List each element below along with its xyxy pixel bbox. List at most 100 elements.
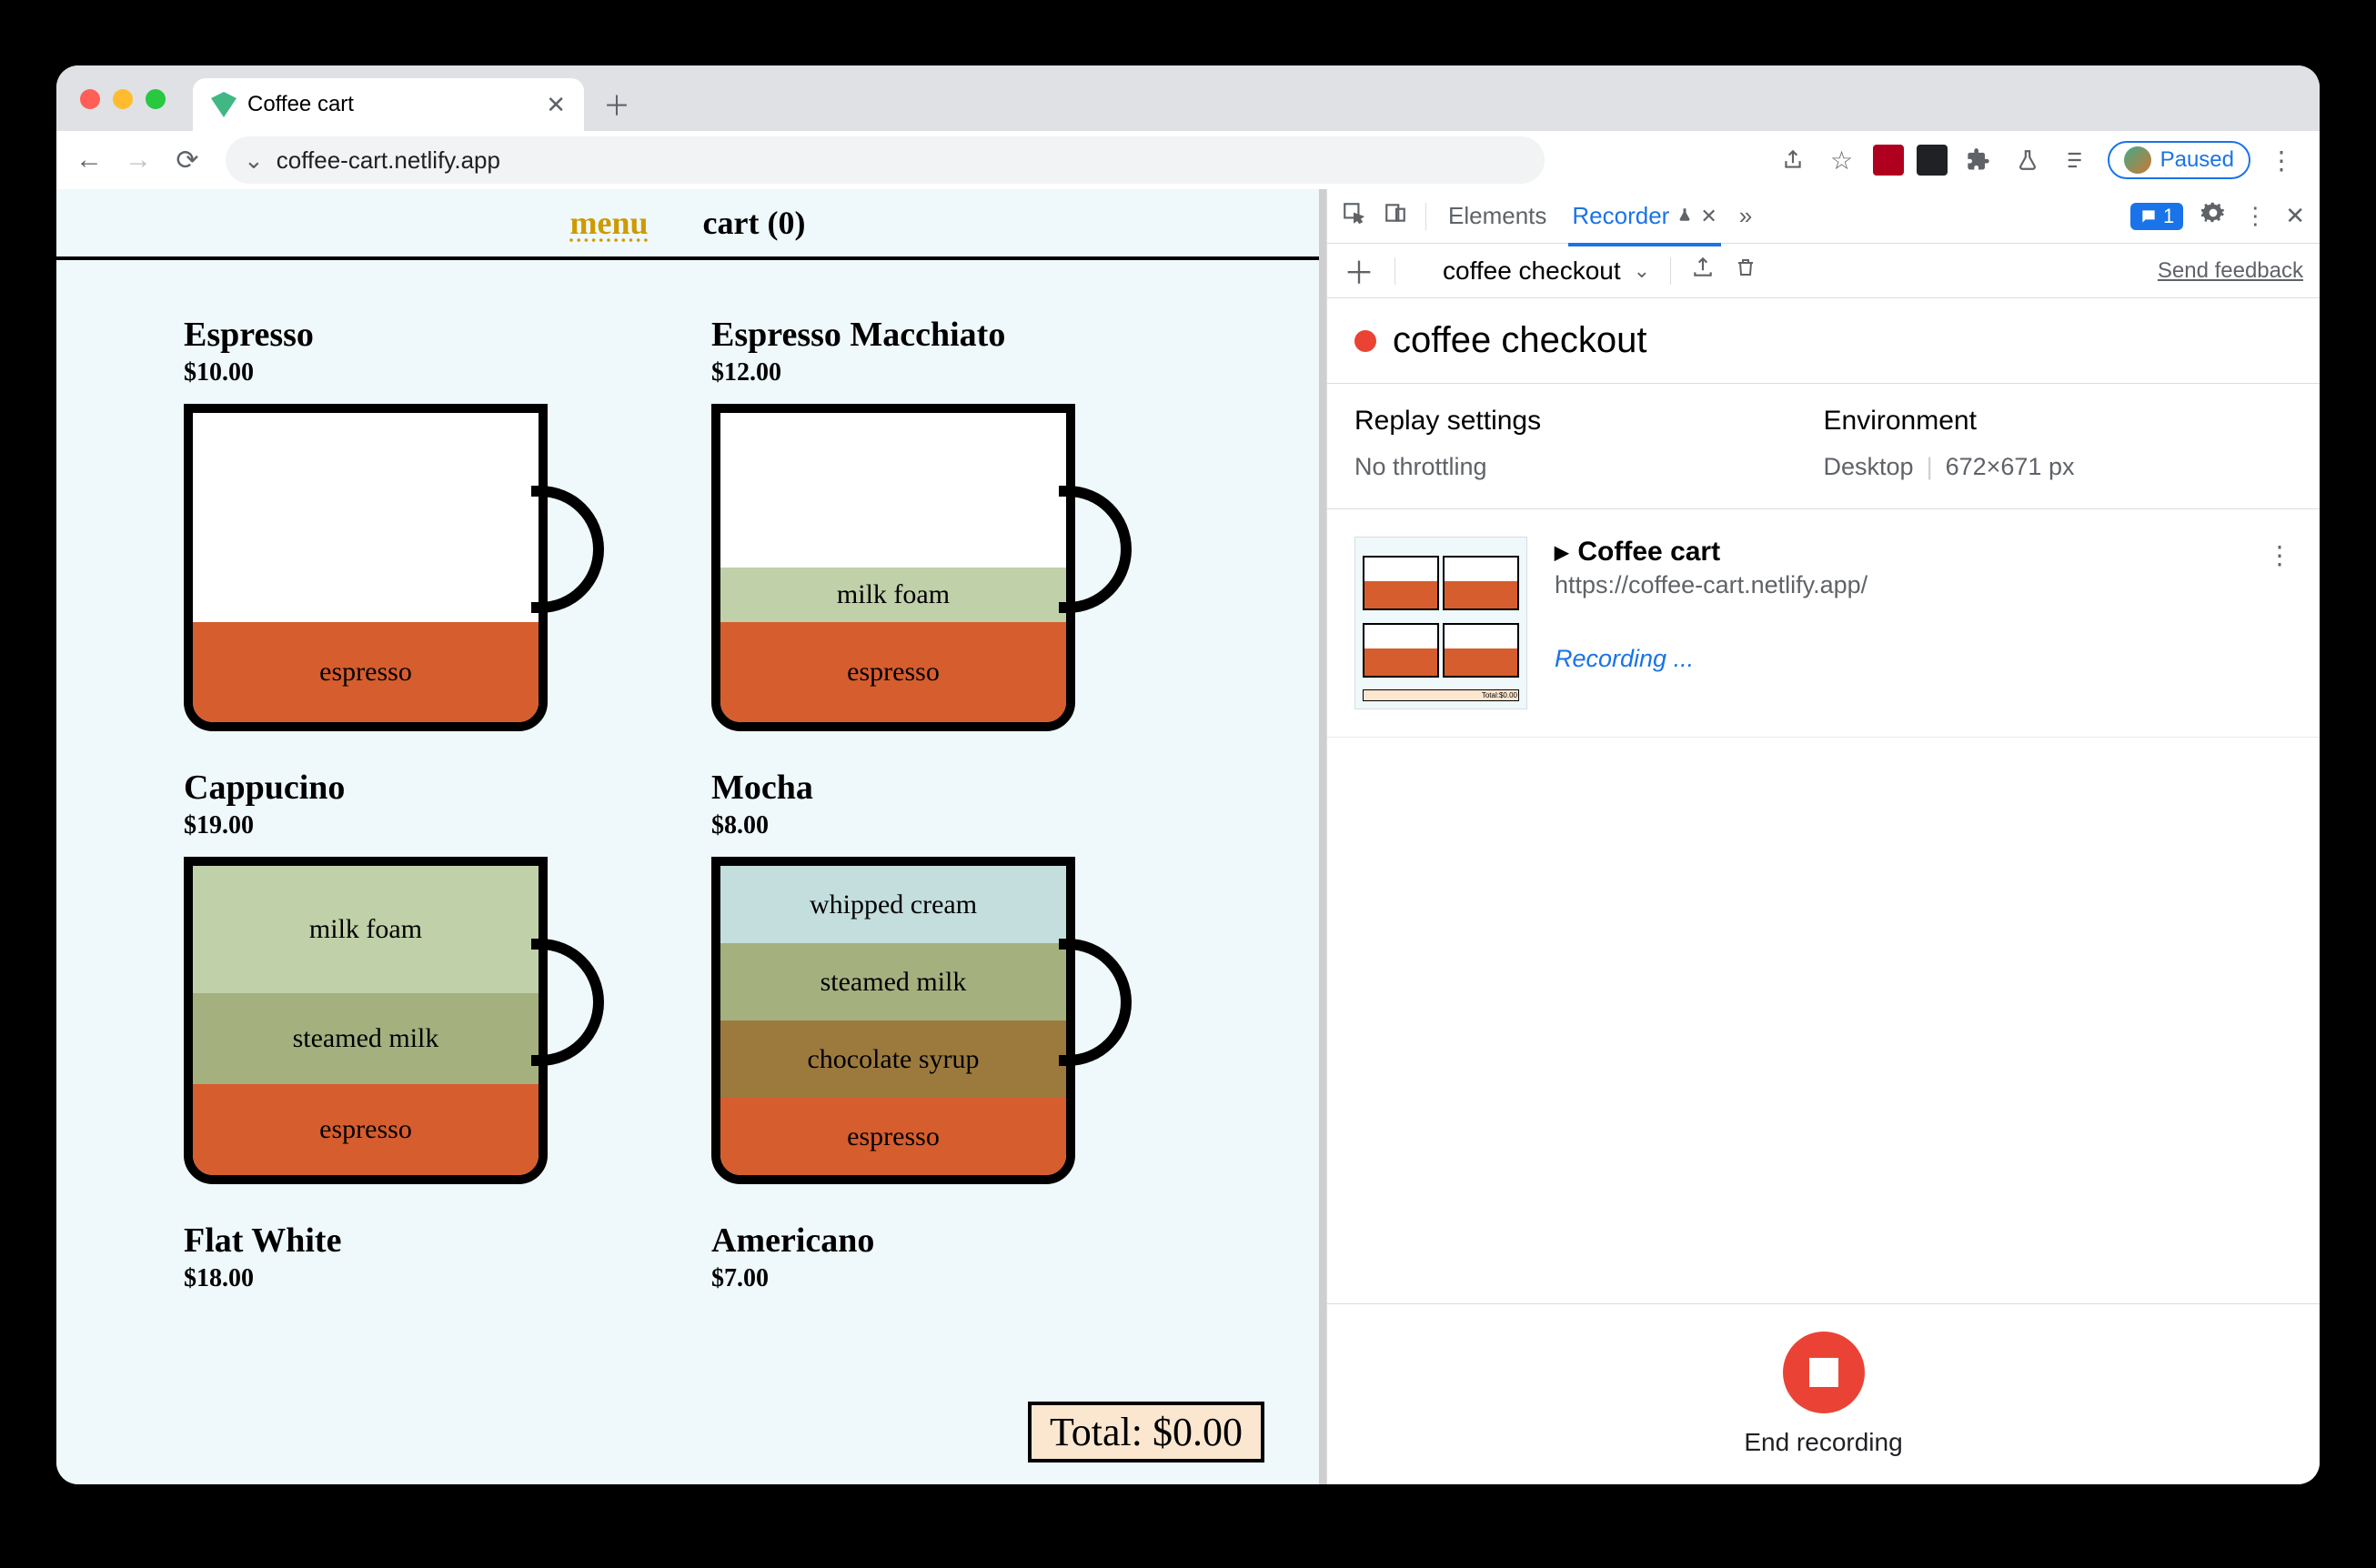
- issues-button[interactable]: 1: [2130, 203, 2183, 230]
- address-url: coffee-cart.netlify.app: [277, 146, 500, 175]
- devtools-resize-handle[interactable]: [1319, 189, 1326, 1484]
- step-more-icon[interactable]: ⋮: [2267, 540, 2292, 570]
- extensions-puzzle-icon[interactable]: [1960, 142, 1997, 178]
- stop-icon: [1809, 1358, 1838, 1387]
- settings-gear-icon[interactable]: [2201, 201, 2225, 231]
- product-name: Mocha: [711, 768, 1193, 808]
- tab-elements[interactable]: Elements: [1445, 202, 1550, 230]
- replay-settings-heading: Replay settings: [1354, 406, 1824, 437]
- cup-handle-icon: [531, 939, 604, 1066]
- reading-list-icon[interactable]: [2059, 142, 2095, 178]
- nav-menu-link[interactable]: menu: [570, 204, 649, 242]
- cup-macchiato[interactable]: milk foam espresso: [711, 404, 1130, 731]
- forward-button[interactable]: →: [118, 140, 158, 180]
- cup-cappucino[interactable]: milk foam steamed milk espresso: [184, 857, 602, 1184]
- vue-favicon-icon: [211, 92, 237, 117]
- product-price: $8.00: [711, 811, 1193, 840]
- product-name: Flat White: [184, 1221, 666, 1261]
- close-window-button[interactable]: [80, 89, 100, 109]
- nav-cart-link[interactable]: cart (0): [703, 204, 806, 242]
- recorder-title: coffee checkout: [1393, 320, 1646, 361]
- recorder-title-row: coffee checkout: [1327, 298, 2320, 384]
- step-thumbnail: Total:$0.00: [1354, 537, 1527, 709]
- export-icon[interactable]: [1691, 256, 1715, 286]
- product-name: Americano: [711, 1221, 1193, 1261]
- layer-steamed-milk: steamed milk: [720, 943, 1066, 1020]
- new-recording-button[interactable]: ＋: [1344, 248, 1374, 293]
- toolbar: ← → ⟳ ⌄ coffee-cart.netlify.app ☆: [56, 131, 2320, 189]
- tab-coffee-cart[interactable]: Coffee cart ✕: [193, 78, 584, 131]
- paused-label: Paused: [2160, 147, 2234, 173]
- recording-name: coffee checkout: [1443, 256, 1621, 286]
- extension-icon-2[interactable]: [1917, 145, 1948, 176]
- devtools-close-icon[interactable]: ✕: [2285, 202, 2305, 230]
- cup-mocha[interactable]: whipped cream steamed milk chocolate syr…: [711, 857, 1130, 1184]
- window-controls: [80, 89, 166, 109]
- product-price: $7.00: [711, 1264, 1193, 1293]
- share-icon[interactable]: [1775, 142, 1811, 178]
- product-americano: Americano $7.00: [711, 1221, 1193, 1310]
- recorder-footer: End recording: [1327, 1303, 2320, 1484]
- product-grid: Espresso $10.00 espresso Espresso Macchi…: [56, 260, 1319, 1364]
- flask-icon: [1676, 205, 1693, 228]
- device-toggle-icon[interactable]: [1384, 201, 1407, 231]
- more-tabs-chevron-icon[interactable]: »: [1739, 202, 1752, 230]
- product-mocha: Mocha $8.00 whipped cream steamed milk c…: [711, 768, 1193, 1184]
- kebab-menu-icon[interactable]: ⋮: [2263, 142, 2300, 178]
- product-cappucino: Cappucino $19.00 milk foam steamed milk …: [184, 768, 666, 1184]
- end-recording-button[interactable]: [1783, 1332, 1865, 1413]
- layer-espresso: espresso: [193, 622, 539, 722]
- environment-size: 672×671 px: [1946, 453, 2075, 481]
- reload-button[interactable]: ⟳: [167, 140, 207, 180]
- recorder-toolbar: ＋ coffee checkout ⌄ Send feedback: [1327, 244, 2320, 298]
- layer-espresso: espresso: [720, 1098, 1066, 1175]
- total-box[interactable]: Total: $0.00: [1028, 1402, 1264, 1462]
- address-bar[interactable]: ⌄ coffee-cart.netlify.app: [226, 136, 1545, 184]
- layer-espresso: espresso: [193, 1084, 539, 1175]
- step-info: ▶ Coffee cart https://coffee-cart.netlif…: [1555, 537, 2292, 709]
- layer-steamed-milk: steamed milk: [193, 993, 539, 1084]
- issues-count: 1: [2163, 205, 2174, 228]
- chevron-down-icon: ⌄: [1634, 259, 1650, 283]
- new-tab-button[interactable]: ＋: [597, 84, 637, 124]
- extension-icon-1[interactable]: [1873, 145, 1904, 176]
- cup-espresso[interactable]: espresso: [184, 404, 602, 731]
- step-url: https://coffee-cart.netlify.app/: [1555, 571, 2292, 599]
- profile-paused-chip[interactable]: Paused: [2108, 141, 2250, 179]
- minimize-window-button[interactable]: [113, 89, 133, 109]
- delete-icon[interactable]: [1735, 256, 1757, 285]
- devtools-kebab-icon[interactable]: ⋮: [2243, 202, 2267, 230]
- end-recording-label: End recording: [1744, 1428, 1902, 1457]
- recording-selector[interactable]: coffee checkout ⌄: [1443, 256, 1650, 286]
- environment-heading: Environment: [1824, 406, 2293, 437]
- page-viewport: menu cart (0) Espresso $10.00 espresso: [56, 189, 1319, 1484]
- labs-flask-icon[interactable]: [2009, 142, 2046, 178]
- cup-handle-icon: [531, 486, 604, 613]
- cup-handle-icon: [1059, 486, 1132, 613]
- separator: [1394, 257, 1395, 285]
- product-price: $10.00: [184, 358, 666, 387]
- titlebar: Coffee cart ✕ ＋: [56, 65, 2320, 131]
- page-topnav: menu cart (0): [56, 189, 1319, 260]
- product-flat-white: Flat White $18.00: [184, 1221, 666, 1310]
- replay-settings-value[interactable]: No throttling: [1354, 453, 1824, 481]
- recording-indicator-icon: [1354, 330, 1376, 352]
- tab-close-icon[interactable]: ✕: [1700, 205, 1717, 228]
- expand-triangle-icon[interactable]: ▶: [1555, 541, 1568, 564]
- cup-handle-icon: [1059, 939, 1132, 1066]
- maximize-window-button[interactable]: [146, 89, 166, 109]
- recorder-step[interactable]: Total:$0.00 ▶ Coffee cart https://coffee…: [1327, 509, 2320, 738]
- tab-title: Coffee cart: [247, 92, 354, 117]
- tab-recorder-label: Recorder: [1572, 202, 1669, 230]
- separator: [1670, 257, 1671, 285]
- tab-close-button[interactable]: ✕: [546, 91, 566, 119]
- back-button[interactable]: ←: [69, 140, 109, 180]
- send-feedback-link[interactable]: Send feedback: [2158, 258, 2303, 284]
- profile-avatar-icon: [2124, 146, 2151, 174]
- bookmark-star-icon[interactable]: ☆: [1824, 142, 1860, 178]
- recording-status: Recording ...: [1555, 645, 2292, 673]
- site-info-icon[interactable]: ⌄: [244, 146, 264, 175]
- inspect-element-icon[interactable]: [1342, 201, 1365, 231]
- product-price: $19.00: [184, 811, 666, 840]
- tab-recorder[interactable]: Recorder ✕: [1568, 202, 1720, 246]
